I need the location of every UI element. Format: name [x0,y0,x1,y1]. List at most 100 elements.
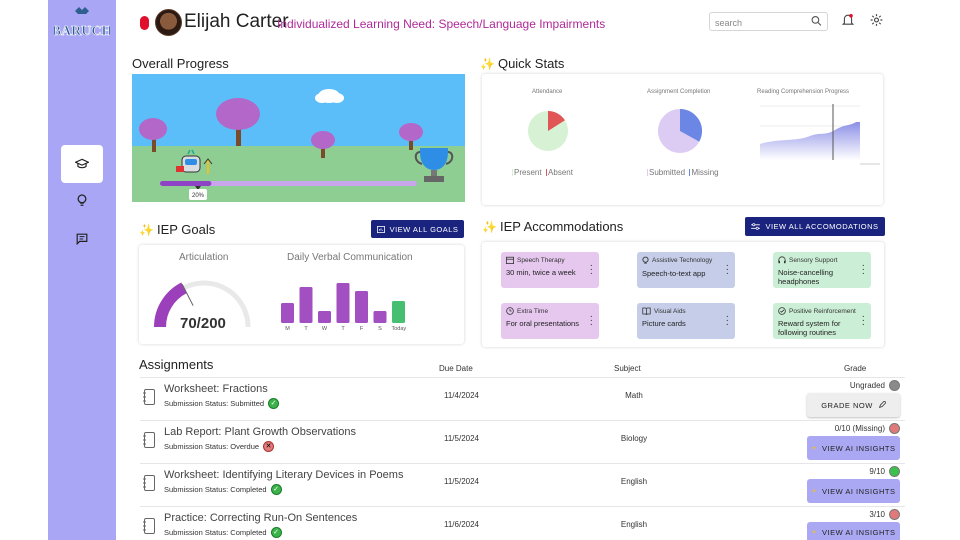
table-row[interactable]: Worksheet: Fractions Submission Status: … [140,377,905,420]
completion-legend: Submitted Missing [647,168,719,177]
view-ai-insights-button[interactable]: ✦ VIEW AI INSIGHTS [807,436,900,460]
progress-percent-label: 20% [192,193,205,199]
sliders-icon [751,223,761,230]
verbal-bar [392,301,405,323]
verbal-communication-label: Daily Verbal Communication [287,252,413,263]
bar-day-label: F [359,326,364,332]
reward-icon [778,307,786,315]
grade-status-dot [889,423,900,434]
iep-goals-title: ✨ IEP Goals [139,222,216,237]
graduation-cap-icon [75,158,89,169]
bar-day-label: S [378,326,382,332]
grade-status-dot [889,509,900,520]
assignment-title[interactable]: Worksheet: Fractions [164,383,268,395]
check-circle-icon: ✓ [270,527,282,538]
due-date: 11/5/2024 [444,434,479,443]
accommodation-visual-aids[interactable]: Visual Aids Picture cards · · · [637,303,735,339]
accommodation-assistive-technology[interactable]: Assistive Technology Speech-to-text app … [637,252,735,288]
assignment-title[interactable]: Practice: Correcting Run-On Sentences [164,512,357,524]
view-all-accommodations-button[interactable]: VIEW ALL ACCOMODATIONS [745,217,885,236]
nav-item-student[interactable] [61,145,103,183]
bar-day-label: T [304,326,308,332]
calendar-icon [506,256,514,264]
sparkle-icon: ✦ [811,529,818,536]
sidebar: BARUCH [48,0,116,540]
settings-gear-icon[interactable] [870,13,883,27]
subject: English [620,520,648,529]
iep-accommodations-title: ✨ IEP Accommodations [482,219,624,234]
progress-scene: 20% [132,74,465,202]
notebook-icon [143,389,155,405]
progress-bar-fill [160,181,212,186]
assignment-title[interactable]: Worksheet: Identifying Literary Devices … [164,469,403,481]
sparkle-icon: ✨ [480,57,495,71]
search-input[interactable] [710,14,800,32]
kebab-menu-icon[interactable]: · · · [726,312,729,330]
view-ai-insights-button[interactable]: ✦ VIEW AI INSIGHTS [807,522,900,540]
submission-status: Submission Status: Overdue ✕ [164,441,275,452]
grade-column-header: Grade [844,364,867,373]
due-date: 11/5/2024 [444,477,479,486]
accommodation-positive-reinforcement[interactable]: Positive Reinforcement Reward system for… [773,303,871,339]
verbal-bar [336,283,350,323]
search-box [709,12,828,32]
kebab-menu-icon[interactable]: · · · [726,261,729,279]
view-all-goals-button[interactable]: VIEW ALL GOALS [371,220,464,238]
kebab-menu-icon[interactable]: · · · [590,261,593,279]
verbal-bar [318,311,331,323]
assignment-completion-label: Assignment Completion [647,89,711,95]
due-date-column-header: Due Date [439,364,473,373]
chat-icon [76,233,88,245]
submission-status: Submission Status: Completed ✓ [164,527,282,538]
notification-bell-icon[interactable] [842,13,854,27]
avatar [155,9,182,36]
clock-icon [506,307,514,315]
verbal-bar [355,291,368,323]
notebook-icon [143,475,155,491]
kebab-menu-icon[interactable]: · · · [862,312,865,330]
assignments-title: Assignments [139,357,214,372]
lightbulb-icon [77,194,87,206]
iep-accommodations-card: Speech Therapy 30 min, twice a week · · · … [482,242,884,347]
sparkle-icon: ✦ [811,488,818,495]
subject: Math [625,391,643,400]
status-indicator [140,16,149,30]
grade-now-button[interactable]: GRADE NOW [807,393,900,417]
accommodation-sensory-support[interactable]: Sensory Support Noise-cancelling headpho… [773,252,871,288]
verbal-bar [373,311,387,323]
reading-progress-chart [760,104,880,165]
nav-item-insights[interactable] [61,182,103,220]
assignment-title[interactable]: Lab Report: Plant Growth Observations [164,426,356,438]
subject: Biology [620,434,648,443]
articulation-value: 70/200 [180,315,226,332]
kebab-menu-icon[interactable]: · · · [590,312,593,330]
table-row[interactable]: Practice: Correcting Run-On Sentences Su… [140,506,905,540]
attendance-legend: Present Absent [512,168,573,177]
bar-day-label: W [321,326,328,332]
student-name: Elijah Carter [184,11,289,32]
quick-stats-card: Attendance Present Absent Assignment Com… [482,74,883,205]
kebab-menu-icon[interactable]: · · · [862,261,865,279]
chart-icon [376,225,385,233]
quick-stats-title: ✨ Quick Stats [480,56,565,71]
bar-day-label: M [285,326,290,332]
check-circle-icon: ✓ [270,484,282,495]
notebook-icon [143,432,155,448]
reading-progress-label: Reading Comprehension Progress [757,89,850,95]
accommodation-extra-time[interactable]: Extra Time For oral presentations · · · [501,303,599,339]
search-icon[interactable] [811,15,822,27]
table-row[interactable]: Lab Report: Plant Growth Observations Su… [140,420,905,463]
grade: 9/10 [869,466,900,477]
sparkle-icon: ✦ [811,445,818,452]
grade-status-dot [889,380,900,391]
baruch-logo[interactable]: BARUCH [51,5,113,41]
check-circle-icon: ✓ [268,398,280,409]
sparkle-icon: ✨ [139,223,154,237]
verbal-bar [281,303,294,323]
nav-item-messages[interactable] [61,220,103,258]
attendance-label: Attendance [532,89,563,95]
table-row[interactable]: Worksheet: Identifying Literary Devices … [140,463,905,506]
view-ai-insights-button[interactable]: ✦ VIEW AI INSIGHTS [807,479,900,503]
grade: 0/10 (Missing) [835,423,900,434]
accommodation-speech-therapy[interactable]: Speech Therapy 30 min, twice a week · · · [501,252,599,288]
